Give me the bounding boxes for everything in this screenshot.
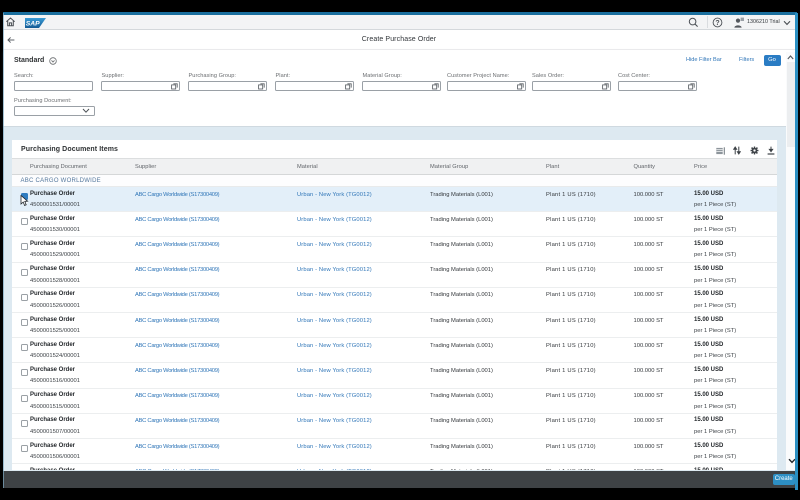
svg-text:?: ? — [715, 20, 719, 27]
svg-text:SAP: SAP — [26, 20, 40, 27]
